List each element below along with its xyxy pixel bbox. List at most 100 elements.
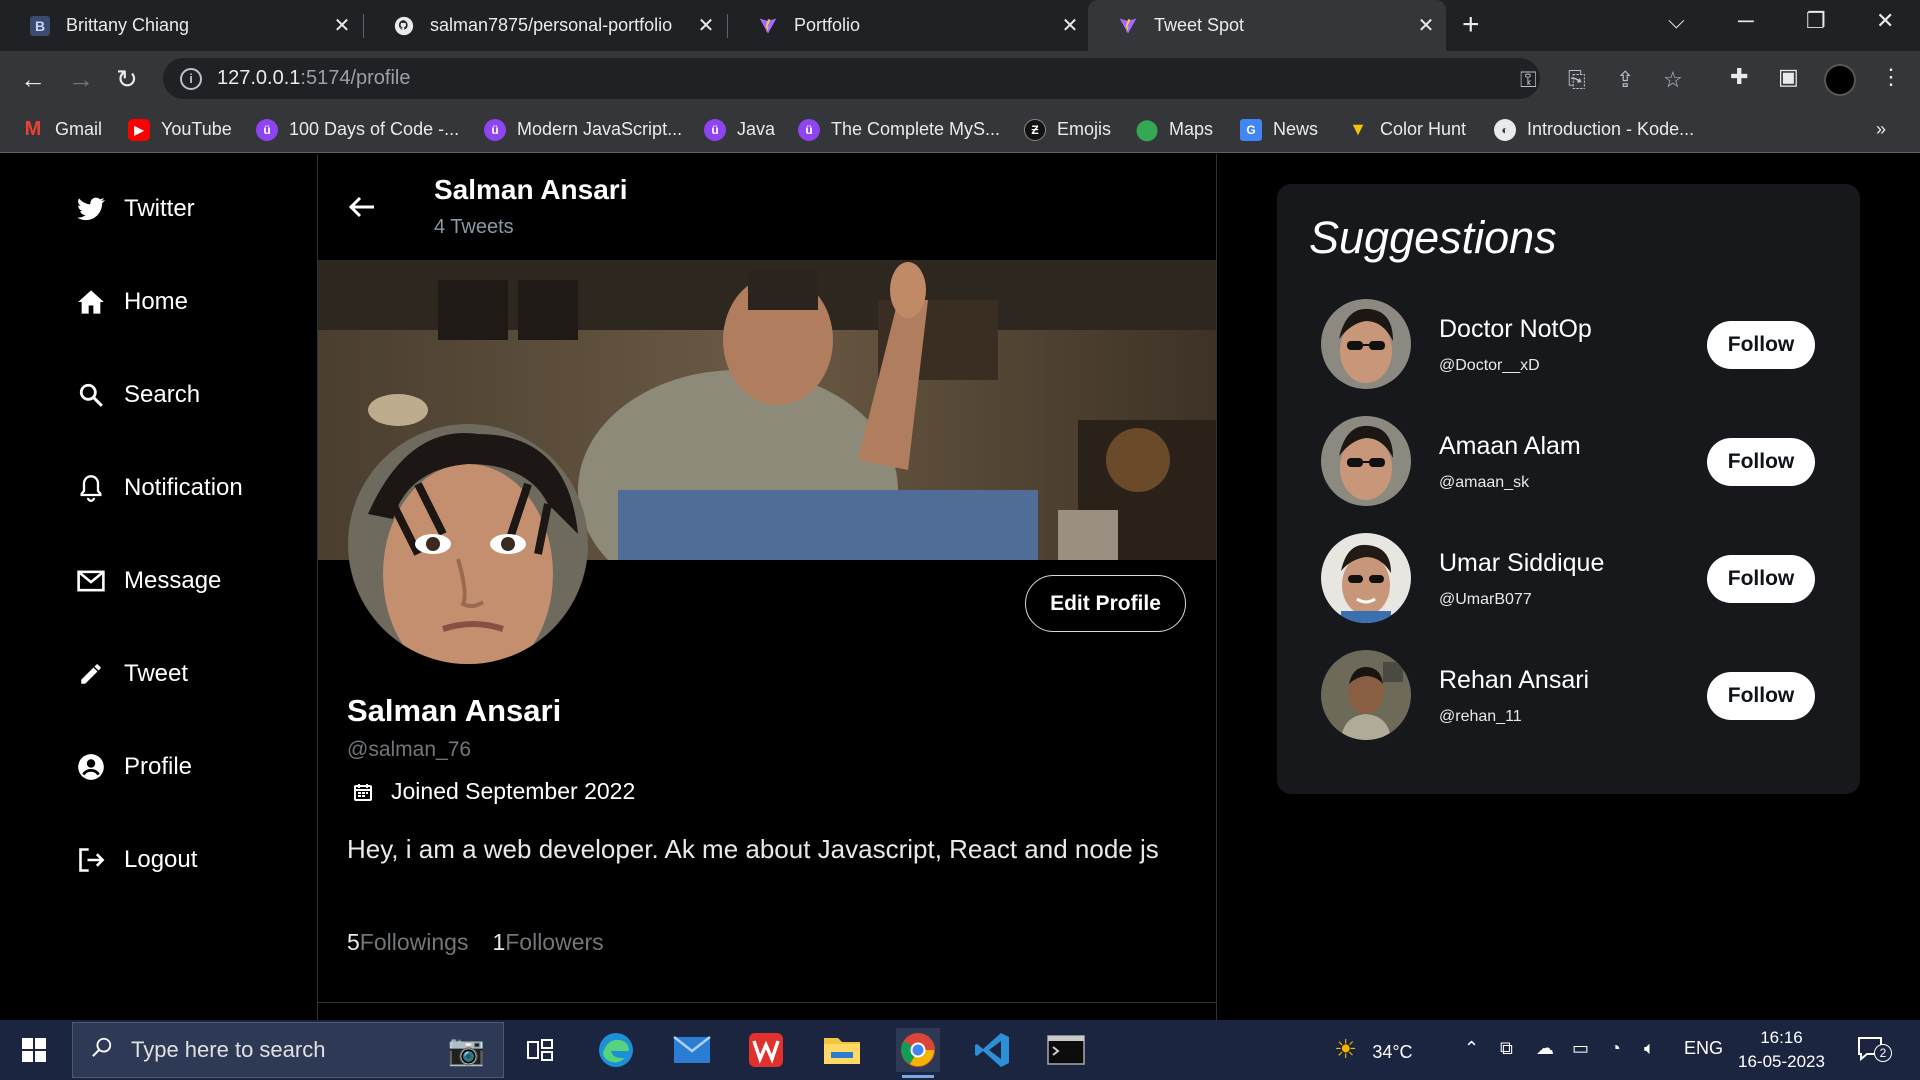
back-arrow-icon[interactable] [348, 190, 376, 227]
sidebar-item-label: Message [124, 567, 222, 594]
star-icon[interactable]: ☆ [1663, 67, 1683, 93]
wifi-icon[interactable]: ◔ [1610, 1038, 1621, 1059]
follow-button[interactable]: Follow [1707, 672, 1815, 720]
bookmark-maps[interactable]: ⬤ Maps [1136, 106, 1213, 153]
onedrive-error-icon[interactable]: ☁ [1536, 1038, 1554, 1059]
menu-kebab-icon[interactable]: ⋮ [1880, 64, 1902, 90]
bookmark-java[interactable]: ü Java [704, 106, 775, 153]
vscode-icon[interactable] [970, 1028, 1014, 1072]
reload-icon[interactable]: ↻ [116, 64, 138, 95]
sidebar-item-tweet[interactable]: Tweet [76, 659, 188, 689]
translate-icon[interactable]: ⎘ [1568, 67, 1586, 93]
terminal-icon[interactable] [1044, 1028, 1088, 1072]
bookmark-kode[interactable]: ◐ Introduction - Kode... [1494, 106, 1694, 153]
side-panel-icon[interactable]: ▣ [1778, 64, 1799, 90]
address-bar[interactable]: i 127.0.0.1:5174/profile ⚿ ⎘ ⇪ ☆ [163, 58, 1683, 99]
twitter-bird-icon [76, 194, 106, 224]
close-window-icon[interactable]: ✕ [1876, 8, 1894, 34]
suggestion-item: Umar Siddique @UmarB077 Follow [1321, 533, 1841, 625]
follow-button[interactable]: Follow [1707, 555, 1815, 603]
bookmark-gmail[interactable]: M Gmail [22, 106, 102, 153]
close-tab-icon[interactable]: ✕ [1050, 13, 1090, 38]
tab-portfolio[interactable]: Portfolio ✕ [728, 0, 1090, 51]
sun-cloud-icon: ☀ [1334, 1034, 1358, 1064]
back-icon[interactable]: ← [20, 64, 46, 95]
close-tab-icon[interactable]: ✕ [1406, 13, 1446, 38]
sidebar-item-twitter[interactable]: Twitter [76, 194, 195, 224]
close-tab-icon[interactable]: ✕ [686, 13, 726, 38]
volume-icon[interactable]: 🔈︎ [1644, 1038, 1655, 1059]
sidebar-item-search[interactable]: Search [76, 380, 200, 410]
tray-overflow-chevron-icon[interactable]: ⌃ [1464, 1038, 1479, 1059]
tab-github[interactable]: salman7875/personal-portfolio ✕ [364, 0, 726, 51]
task-view-icon[interactable] [518, 1028, 562, 1072]
bookmark-label: Gmail [55, 119, 103, 139]
close-tab-icon[interactable]: ✕ [322, 13, 362, 38]
follow-button[interactable]: Follow [1707, 321, 1815, 369]
taskbar-search-input[interactable]: Type here to search 📷 [72, 1022, 504, 1078]
profile-handle: @salman_76 [347, 738, 472, 761]
home-icon [76, 287, 106, 317]
suggestion-avatar [1321, 299, 1411, 389]
forward-icon[interactable]: → [68, 64, 94, 95]
bookmark-mysql[interactable]: ü The Complete MyS... [798, 106, 1000, 153]
sidebar-item-profile[interactable]: Profile [76, 752, 192, 782]
tab-tweet-spot[interactable]: Tweet Spot ✕ [1088, 0, 1446, 51]
sidebar-item-logout[interactable]: Logout [76, 845, 197, 875]
bookmark-modern-js[interactable]: ü Modern JavaScript... [484, 106, 682, 153]
tab-search-chevron-icon[interactable]: ⌵ [1668, 8, 1685, 34]
extensions-icon[interactable]: ✚ [1730, 64, 1748, 90]
bookmark-100-days[interactable]: ü 100 Days of Code -... [256, 106, 459, 153]
notification-center-icon[interactable]: 2 [1856, 1034, 1892, 1069]
sidebar-item-label: Home [124, 288, 189, 315]
bookmark-emojis[interactable]: Ƶ Emojis [1024, 106, 1111, 153]
clock-date: 16-05-2023 [1738, 1052, 1825, 1071]
logout-icon [76, 845, 106, 875]
site-info-icon[interactable]: i [180, 67, 202, 90]
new-tab-plus-icon[interactable]: + [1462, 8, 1480, 42]
bookmark-news[interactable]: G News [1240, 106, 1318, 153]
suggestion-handle: @UmarB077 [1439, 591, 1532, 608]
udemy-icon: ü [798, 118, 820, 141]
udemy-icon: ü [704, 118, 726, 141]
sidebar-item-message[interactable]: Message [76, 566, 221, 596]
suggestion-item: Doctor NotOp @Doctor__xD Follow [1321, 299, 1841, 391]
file-explorer-icon[interactable] [820, 1028, 864, 1072]
suggestion-handle: @Doctor__xD [1439, 357, 1540, 374]
suggestions-title: Suggestions [1309, 212, 1557, 263]
chrome-icon[interactable] [896, 1028, 940, 1078]
bookmark-youtube[interactable]: ▶ YouTube [128, 106, 232, 153]
windows-start-icon[interactable] [22, 1038, 46, 1062]
bookmark-label: The Complete MyS... [831, 119, 1001, 139]
key-icon[interactable]: ⚿ [1520, 67, 1537, 93]
sidebar-item-label: Notification [124, 474, 243, 501]
vite-icon [1118, 16, 1138, 36]
mail-app-icon[interactable] [670, 1028, 714, 1072]
bookmarks-bar: M Gmail ▶ YouTube ü 100 Days of Code -..… [0, 106, 1920, 153]
search-icon [76, 380, 106, 410]
meet-now-icon[interactable]: ⧉ [1500, 1038, 1513, 1059]
sidebar-item-notification[interactable]: Notification [76, 473, 243, 503]
profile-avatar[interactable] [1824, 64, 1856, 96]
vite-icon [758, 16, 778, 36]
taskbar-clock[interactable]: 16:16 16-05-2023 [1738, 1026, 1825, 1074]
share-icon[interactable]: ⇪ [1616, 67, 1634, 93]
tab-brittany-chiang[interactable]: B Brittany Chiang ✕ [0, 0, 362, 51]
edge-icon[interactable] [594, 1028, 638, 1072]
bookmark-label: Color Hunt [1380, 119, 1467, 139]
edit-profile-button[interactable]: Edit Profile [1025, 575, 1186, 632]
followers-label[interactable]: Followers [505, 929, 603, 956]
sidebar-item-home[interactable]: Home [76, 287, 188, 317]
battery-icon[interactable]: ▭ [1572, 1038, 1589, 1059]
minimize-icon[interactable]: ─ [1738, 8, 1754, 34]
restore-icon[interactable]: ❐ [1806, 8, 1826, 34]
followings-label[interactable]: Followings [360, 929, 469, 956]
follow-button[interactable]: Follow [1707, 438, 1815, 486]
notification-count-badge: 2 [1874, 1044, 1892, 1062]
bookmark-color-hunt[interactable]: ▼ Color Hunt [1347, 106, 1466, 153]
wps-office-icon[interactable] [744, 1028, 788, 1072]
followers-count: 1 [492, 929, 506, 955]
more-bookmarks-icon[interactable]: » [1876, 106, 1886, 153]
input-language[interactable]: ENG [1684, 1038, 1723, 1059]
weather-widget[interactable]: ☀ 34°C [1334, 1034, 1413, 1065]
